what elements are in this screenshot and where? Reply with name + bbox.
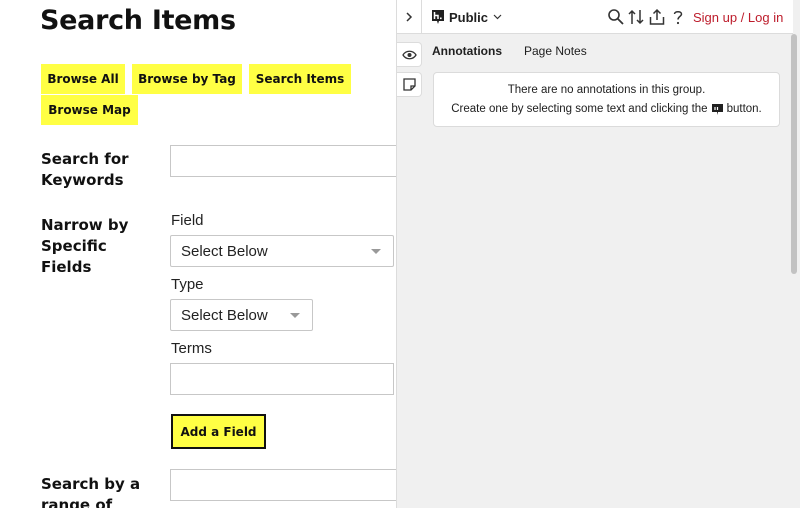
group-selector[interactable]: Public	[432, 0, 502, 34]
range-label: Search by a range of	[41, 475, 141, 508]
auth-links: Sign up / Log in	[693, 0, 783, 34]
add-field-button[interactable]: Add a Field	[171, 414, 266, 449]
browse-map-button[interactable]: Browse Map	[41, 95, 138, 125]
tab-page-notes[interactable]: Page Notes	[524, 44, 587, 58]
browse-all-button[interactable]: Browse All	[41, 64, 125, 94]
chevron-down-icon	[493, 14, 502, 20]
sort-icon[interactable]	[627, 8, 645, 26]
note-icon	[402, 78, 416, 91]
annotate-icon	[711, 103, 723, 115]
range-input[interactable]	[170, 469, 396, 501]
terms-input[interactable]	[170, 363, 394, 395]
empty-message-line1: There are no annotations in this group.	[507, 84, 706, 96]
signup-login-link[interactable]: Sign up / Log in	[693, 10, 783, 25]
search-page: Search Items Browse All Browse by Tag Se…	[0, 0, 396, 508]
tab-annotations[interactable]: Annotations	[432, 44, 502, 58]
type-select-value: Select Below	[181, 306, 268, 324]
sidebar-header: Public Sign up / Log in	[397, 0, 793, 34]
keywords-input[interactable]	[170, 145, 396, 177]
eye-icon	[401, 50, 417, 59]
hypothesis-logo-icon	[432, 10, 444, 24]
field-label: Field	[171, 212, 204, 229]
empty-message-prefix: Create one by selecting some text and cl…	[451, 103, 708, 115]
terms-label: Terms	[171, 340, 212, 357]
type-select[interactable]: Select Below	[170, 299, 313, 331]
field-select-value: Select Below	[181, 242, 268, 260]
field-select[interactable]: Select Below	[170, 235, 394, 267]
help-icon[interactable]	[669, 8, 687, 26]
empty-message-line2: Create one by selecting some text and cl…	[434, 103, 779, 115]
narrow-fields-label: Narrow by Specific Fields	[41, 216, 129, 276]
group-name: Public	[449, 9, 489, 25]
chevron-right-icon	[406, 12, 413, 22]
browse-by-tag-button[interactable]: Browse by Tag	[132, 64, 242, 94]
sidebar-scrollbar[interactable]	[791, 34, 797, 274]
search-icon[interactable]	[607, 8, 625, 26]
empty-message-suffix: button.	[726, 103, 762, 115]
toggle-highlights-button[interactable]	[397, 42, 422, 67]
new-page-note-button[interactable]	[397, 72, 422, 97]
annotation-sidebar: Public Sign up / Log in Annotations Page…	[397, 0, 800, 508]
page-title: Search Items	[40, 5, 236, 36]
type-label: Type	[171, 276, 204, 293]
empty-annotations-message: There are no annotations in this group. …	[433, 72, 780, 127]
dropdown-arrow-icon	[371, 249, 381, 254]
search-items-button[interactable]: Search Items	[249, 64, 351, 94]
keywords-label: Search for Keywords	[41, 150, 129, 189]
share-icon[interactable]	[648, 8, 666, 26]
dropdown-arrow-icon	[290, 313, 300, 318]
collapse-sidebar-button[interactable]	[397, 0, 422, 34]
